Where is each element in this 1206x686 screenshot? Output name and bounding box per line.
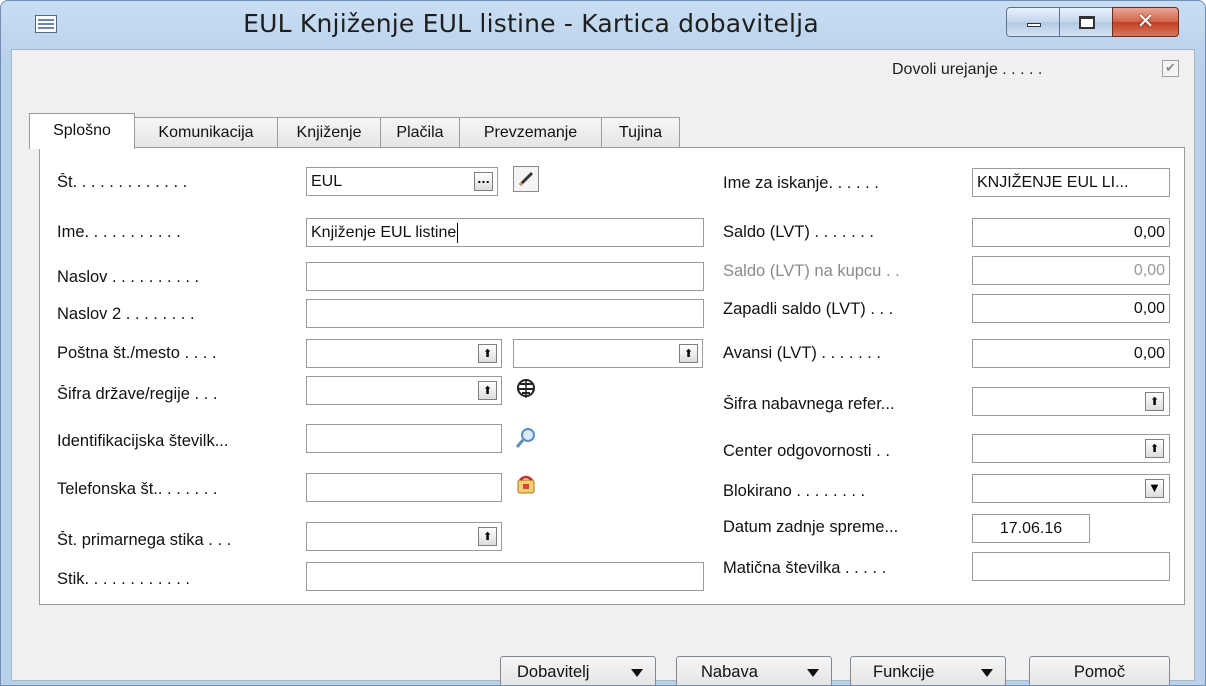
- overdue-balance-label: Zapadli saldo (LVT) . . .: [723, 300, 894, 318]
- client-area: Dovoli urejanje . . . . . ✔ Splošno Komu…: [11, 49, 1195, 685]
- text-caret: [457, 222, 459, 243]
- down-arrow-icon[interactable]: ▼: [1145, 479, 1164, 498]
- contact-no-field[interactable]: [306, 522, 502, 551]
- blocked-label: Blokirano . . . . . . . .: [723, 482, 866, 500]
- vat-id-field[interactable]: [306, 424, 502, 453]
- advances-label: Avansi (LVT) . . . . . . .: [723, 344, 882, 362]
- contact-no-lookup-button[interactable]: ⬆: [478, 527, 497, 546]
- address-field[interactable]: [306, 262, 704, 291]
- balance-label: Saldo (LVT) . . . . . . .: [723, 223, 874, 241]
- advances-field[interactable]: 0,00: [972, 339, 1170, 368]
- post-code-lookup-button[interactable]: ⬆: [478, 344, 497, 363]
- registration-number-label: Matična številka . . . . .: [723, 559, 887, 577]
- registration-number-field[interactable]: [972, 552, 1170, 581]
- overdue-balance-field[interactable]: 0,00: [972, 294, 1170, 323]
- balance-customer-field: 0,00: [972, 256, 1170, 285]
- country-label: Šifra države/regije . . .: [57, 385, 218, 403]
- post-code-field[interactable]: [306, 339, 502, 368]
- purchaser-lookup-button[interactable]: ⬆: [1145, 392, 1164, 411]
- city-lookup-button[interactable]: ⬆: [679, 344, 698, 363]
- tab-splosno[interactable]: Splošno: [29, 113, 135, 149]
- phone-label: Telefonska št.. . . . . . .: [57, 480, 218, 498]
- functions-button-label: Funkcije: [873, 663, 935, 681]
- search-name-field[interactable]: KNJIŽENJE EUL LI...: [972, 168, 1170, 197]
- title-bar[interactable]: EUL Knjiženje EUL listine - Kartica doba…: [1, 1, 1205, 49]
- purchase-button[interactable]: Nabava: [676, 656, 832, 685]
- responsibility-center-label: Center odgovornosti . .: [723, 442, 890, 460]
- chevron-down-icon: [631, 669, 643, 677]
- vendor-button-label: Dobavitelj: [517, 663, 590, 681]
- vendor-button[interactable]: Dobavitelj: [500, 656, 656, 685]
- name-value: Knjiženje EUL listine: [311, 224, 457, 241]
- balance-customer-label: Saldo (LVT) na kupcu . .: [723, 262, 900, 280]
- city-field[interactable]: [513, 339, 703, 368]
- search-name-label: Ime za iskanje. . . . . .: [723, 174, 879, 192]
- purchaser-field[interactable]: [972, 387, 1170, 416]
- edit-allowed-label: Dovoli urejanje . . . . .: [892, 61, 1043, 78]
- globe-icon[interactable]: [514, 376, 538, 400]
- no-lookup-button[interactable]: ...: [474, 172, 493, 191]
- country-field[interactable]: [306, 376, 502, 405]
- phone-field[interactable]: [306, 473, 502, 502]
- close-icon: ✕: [1136, 9, 1155, 33]
- magnifier-icon[interactable]: [514, 426, 538, 450]
- no-label: Št. . . . . . . . . . . . .: [57, 173, 188, 191]
- vat-id-label: Identifikacijska številk...: [57, 432, 229, 450]
- window-title: EUL Knjiženje EUL listine - Kartica doba…: [243, 9, 819, 38]
- phone-icon[interactable]: [514, 474, 538, 498]
- contact-label: Stik. . . . . . . . . . . .: [57, 570, 190, 588]
- purchaser-label: Šifra nabavnega refer...: [723, 395, 895, 413]
- edit-allowed-checkbox[interactable]: ✔: [1162, 60, 1179, 77]
- last-modified-label: Datum zadnje spreme...: [723, 518, 899, 536]
- chevron-down-icon: [807, 669, 819, 677]
- address-label: Naslov . . . . . . . . . .: [57, 268, 200, 286]
- tab-komunikacija[interactable]: Komunikacija: [134, 117, 278, 148]
- address2-label: Naslov 2 . . . . . . . .: [57, 305, 195, 323]
- last-modified-field: 17.06.16: [972, 514, 1090, 543]
- contact-field[interactable]: [306, 562, 704, 591]
- responsibility-center-field[interactable]: [972, 434, 1170, 463]
- tab-prevzemanje[interactable]: Prevzemanje: [459, 117, 602, 148]
- minimize-button[interactable]: [1006, 7, 1060, 37]
- tab-tujina[interactable]: Tujina: [601, 117, 680, 148]
- minimize-icon: [1027, 23, 1041, 27]
- name-label: Ime. . . . . . . . . . .: [57, 223, 181, 241]
- window: EUL Knjiženje EUL listine - Kartica doba…: [0, 0, 1206, 686]
- maximize-button[interactable]: [1059, 7, 1113, 37]
- contact-no-label: Št. primarnega stika . . .: [57, 531, 232, 549]
- address2-field[interactable]: [306, 299, 704, 328]
- no-field[interactable]: EUL: [306, 167, 498, 196]
- chevron-down-icon: [981, 669, 993, 677]
- help-button-label: Pomoč: [1073, 663, 1126, 681]
- close-button[interactable]: ✕: [1112, 7, 1179, 37]
- tab-placila[interactable]: Plačila: [380, 117, 460, 148]
- name-field[interactable]: Knjiženje EUL listine: [306, 218, 704, 247]
- country-lookup-button[interactable]: ⬆: [478, 381, 497, 400]
- maximize-icon: [1079, 16, 1095, 29]
- tab-knjizenje[interactable]: Knjiženje: [277, 117, 381, 148]
- help-button[interactable]: Pomoč: [1029, 656, 1170, 685]
- balance-field[interactable]: 0,00: [972, 218, 1170, 247]
- purchase-button-label: Nabava: [701, 663, 758, 681]
- pencil-icon[interactable]: [513, 166, 539, 192]
- functions-button[interactable]: Funkcije: [850, 656, 1006, 685]
- post-code-label: Poštna št./mesto . . . .: [57, 344, 217, 362]
- blocked-dropdown[interactable]: [972, 474, 1170, 503]
- responsibility-center-lookup-button[interactable]: ⬆: [1145, 439, 1164, 458]
- no-value: EUL: [311, 173, 343, 190]
